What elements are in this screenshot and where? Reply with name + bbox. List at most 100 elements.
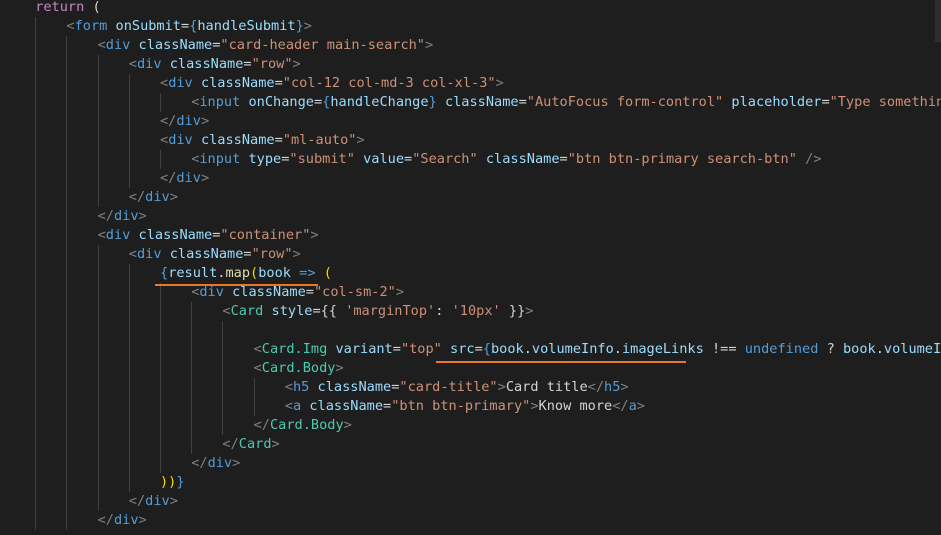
code-token: div — [199, 284, 224, 300]
code-line[interactable]: </div> — [129, 492, 178, 511]
code-line[interactable]: </div> — [160, 112, 209, 131]
code-token: = — [274, 75, 283, 91]
code-token: value — [363, 151, 405, 167]
code-line[interactable]: <form onSubmit={handleSubmit}> — [66, 17, 312, 36]
code-token: variant — [335, 341, 393, 357]
code-token: className — [232, 284, 306, 300]
code-token: > — [292, 56, 301, 72]
code-token: '10px' — [451, 303, 501, 319]
code-line[interactable]: <a className="btn btn-primary">Know more… — [285, 397, 645, 416]
code-token: . — [875, 341, 884, 357]
code-editor[interactable]: return (<form onSubmit={handleSubmit}> <d… — [0, 0, 941, 535]
code-line[interactable]: </div> — [98, 207, 147, 226]
code-token: > — [303, 18, 312, 34]
code-token: > — [138, 512, 147, 528]
indent-guide — [66, 36, 68, 530]
code-token: className — [200, 132, 275, 148]
code-line[interactable]: <div className="ml-auto"> — [160, 131, 365, 150]
code-token: div — [136, 56, 162, 72]
code-line[interactable]: <input type="submit" value="Search" clas… — [191, 150, 821, 169]
code-line[interactable]: <Card style={{ 'marginTop': '10px' }}> — [222, 302, 533, 321]
code-line[interactable]: <div className="col-12 col-md-3 col-xl-3… — [160, 74, 504, 93]
code-token: } — [428, 94, 437, 110]
code-token: volumeInfo — [883, 341, 941, 357]
code-token: "card-title" — [399, 379, 498, 395]
code-token: Card — [230, 303, 264, 319]
code-token: "col-12 col-md-3 col-xl-3" — [282, 75, 496, 91]
code-token: } — [176, 474, 185, 490]
code-line[interactable]: </div> — [129, 188, 178, 207]
code-token: "Search" — [412, 151, 478, 167]
code-token: > — [620, 379, 629, 395]
code-line[interactable]: <div className="card-header main-search"… — [98, 36, 434, 55]
code-line[interactable]: </div> — [98, 511, 147, 530]
code-token: book — [490, 341, 524, 357]
code-line[interactable]: <Card.Body> — [254, 359, 344, 378]
code-token: className — [317, 379, 392, 395]
code-token: div — [176, 170, 201, 186]
code-token: a — [292, 398, 302, 414]
code-line[interactable]: </Card> — [222, 435, 279, 454]
code-token: > — [169, 493, 178, 509]
indent-guide — [97, 55, 99, 207]
code-token: className — [309, 398, 384, 414]
code-line[interactable]: <input onChange={handleChange} className… — [191, 93, 941, 112]
code-token: </ — [160, 113, 177, 129]
code-token: < — [97, 37, 106, 53]
code-token: > — [335, 360, 344, 376]
code-token: ? — [818, 341, 843, 357]
code-token: = — [181, 18, 190, 34]
code-line[interactable]: <div className="row"> — [129, 245, 301, 264]
code-token: input — [199, 94, 241, 110]
code-line[interactable]: </div> — [191, 454, 240, 473]
code-token: = — [312, 303, 321, 319]
code-token: book — [258, 265, 291, 281]
indent-guide — [160, 150, 161, 169]
code-line[interactable]: <Card.Img variant="top" src={book.volume… — [254, 340, 941, 359]
indent-guide — [128, 74, 130, 188]
code-line[interactable]: <div className="container"> — [98, 226, 319, 245]
code-line[interactable]: <h5 className="card-title">Card title</h… — [285, 378, 629, 397]
code-token: Card.Img — [261, 341, 328, 357]
code-token: form — [74, 18, 108, 34]
code-token: className — [444, 94, 519, 110]
code-token: ( — [250, 265, 259, 281]
code-token: undefined — [744, 341, 819, 357]
code-line[interactable]: ))} — [160, 473, 185, 492]
code-token: = — [821, 94, 830, 110]
code-token: "btn btn-primary" — [391, 398, 531, 414]
annotation-underline — [436, 361, 686, 363]
code-token: < — [253, 341, 262, 357]
code-token: > — [356, 132, 365, 148]
code-token: className — [200, 75, 275, 91]
code-token: = — [383, 398, 392, 414]
code-token: "AutoFocus form-control" — [526, 94, 724, 110]
code-token: </ — [160, 170, 177, 186]
code-line[interactable]: <div className="row"> — [129, 55, 301, 74]
code-token: = — [518, 94, 527, 110]
code-line[interactable]: </Card.Body> — [254, 416, 352, 435]
code-token: div — [113, 512, 139, 528]
code-token: < — [66, 18, 75, 34]
code-line[interactable]: return ( — [35, 0, 100, 17]
code-token: { — [160, 265, 169, 281]
vertical-scrollbar[interactable] — [927, 0, 941, 535]
code-token: = — [305, 284, 314, 300]
code-line[interactable]: </div> — [160, 169, 209, 188]
code-token: a — [628, 398, 637, 414]
code-token: < — [160, 75, 169, 91]
code-token: return — [35, 0, 85, 15]
code-token: < — [253, 360, 262, 376]
code-token: { — [482, 341, 491, 357]
code-token: > — [200, 170, 210, 186]
code-line[interactable]: {result.map(book => ( — [160, 264, 332, 283]
code-token: "btn btn-primary search-btn" — [567, 151, 797, 167]
code-token: = — [404, 151, 413, 167]
code-token: > — [525, 303, 534, 319]
code-token: ( — [323, 265, 332, 281]
code-token: </ — [97, 512, 114, 528]
code-token: </ — [587, 379, 605, 395]
scrollbar-thumb[interactable] — [935, 0, 941, 42]
